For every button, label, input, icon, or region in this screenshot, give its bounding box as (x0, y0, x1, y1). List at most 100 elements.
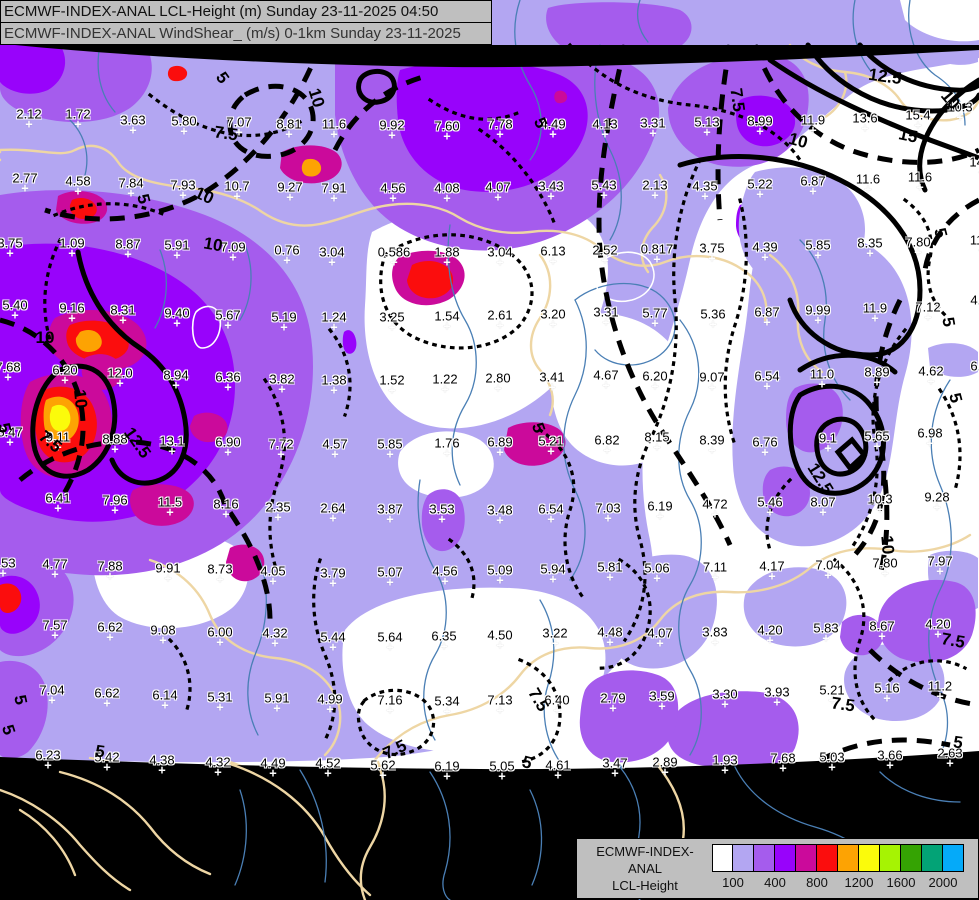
station-value: 8.35 (857, 235, 883, 251)
station-value: 7.93 (170, 177, 196, 193)
station-value: 5.05 (489, 758, 515, 774)
station-value: 4.62 (918, 363, 944, 379)
station-value: 3.87 (377, 501, 403, 517)
station-value: 7.84 (118, 175, 144, 191)
station-value: 9.27 (277, 179, 303, 195)
legend-panel: ECMWF-INDEX-ANAL LCL-Height m 1004008001… (576, 838, 979, 900)
station-value: 7.11 (702, 559, 728, 575)
station-value: 7.96 (102, 492, 128, 508)
station-value: 8.94 (163, 367, 189, 383)
station-value: 4.38 (149, 752, 175, 768)
label-layer: +2.12 +1.72 +3.63 +5.80 +7.07 +8.81 +11.6 +9.92… (0, 0, 979, 900)
contour-label: 10 (35, 328, 55, 347)
station-value: 11.9 (800, 112, 826, 128)
station-value: 5.81 (597, 559, 623, 575)
station-value: 2.79 (600, 690, 626, 706)
station-value: 11.6 (321, 116, 347, 132)
station-value: 3.22 (542, 625, 568, 641)
legend-swatch (796, 844, 817, 872)
station-value: 5.85 (805, 237, 831, 253)
legend-tick: 1600 (886, 875, 916, 890)
station-value: 5.77 (642, 305, 668, 321)
station-value: 10.3 (867, 491, 893, 507)
station-value: 6.82 (594, 432, 620, 448)
station-value: 5.07 (377, 564, 403, 580)
weather-map-screenshot: +2.12 +1.72 +3.63 +5.80 +7.07 +8.81 +11.6 +9.92… (0, 0, 979, 900)
station-value: 5.34 (434, 693, 460, 709)
station-value: 3.75 (699, 240, 725, 256)
station-value: 11.5 (157, 494, 183, 510)
contour-label: 10 (786, 128, 810, 153)
station-value: 5.91 (164, 237, 190, 253)
contour-label: 7.5 (830, 693, 857, 716)
station-value: 5.46 (757, 494, 783, 510)
station-value: 7.78 (487, 116, 513, 132)
station-value: 11.0 (809, 366, 835, 382)
station-value: 2.35 (265, 499, 291, 515)
legend-swatch (901, 844, 922, 872)
station-value: 1.52 (379, 372, 405, 388)
station-value: 8.67 (869, 618, 895, 634)
station-value: 12.0 (107, 365, 133, 381)
station-value: 3.47 (602, 755, 628, 771)
station-value: 6.87 (754, 304, 780, 320)
station-value: 4.52 (315, 755, 341, 771)
station-value: 4.57 (322, 436, 348, 452)
contour-label: 15 (896, 124, 920, 147)
station-value: 9.91 (155, 560, 181, 576)
contour-label: 10 (877, 534, 898, 556)
station-value: 5.36 (700, 306, 726, 322)
station-value: 9.92 (379, 117, 405, 133)
station-value: 6.20 (642, 368, 668, 384)
station-value: 11.2 (927, 678, 953, 694)
station-value: 5.21 (538, 433, 564, 449)
station-value: 2.80 (485, 370, 511, 386)
legend-unit: m (581, 894, 709, 900)
station-value: 1.88 (434, 244, 460, 260)
station-value: 4.99 (317, 691, 343, 707)
station-value: 6.62 (97, 619, 123, 635)
station-value: 5.85 (377, 436, 403, 452)
station-value: 5.31 (207, 689, 233, 705)
station-value: 9.16 (59, 300, 85, 316)
station-value: 4.51 (970, 292, 979, 308)
station-value: 4.32 (205, 754, 231, 770)
station-value: 6.90 (215, 434, 241, 450)
station-value: 8.31 (110, 302, 136, 318)
station-value: 3.59 (649, 688, 675, 704)
station-value: 2.12 (16, 106, 42, 122)
station-value: 7.16 (377, 692, 403, 708)
station-value: 2.53 (0, 555, 16, 571)
station-value: 9.28 (924, 489, 950, 505)
contour-label: 10 (70, 388, 91, 410)
station-value: 5.22 (747, 176, 773, 192)
station-value: 6.00 (207, 624, 233, 640)
station-value: 3.83 (702, 624, 728, 640)
station-value: 4.07 (647, 625, 673, 641)
legend-swatch (754, 844, 775, 872)
station-value: 6.98 (917, 425, 943, 441)
station-value: 3.66 (877, 747, 903, 763)
station-value: 3.53 (429, 501, 455, 517)
station-value: 4.72 (702, 496, 728, 512)
legend-swatch (712, 844, 733, 872)
station-value: 6.20 (52, 362, 78, 378)
station-value: 11.6 (855, 171, 881, 187)
station-value: 7.57 (42, 617, 68, 633)
legend-swatch (817, 844, 838, 872)
station-value: 6.53 (970, 358, 979, 374)
station-value: 9.40 (164, 305, 190, 321)
legend-tick: 2000 (928, 875, 958, 890)
station-value: 5.83 (813, 620, 839, 636)
station-value: 6.35 (431, 628, 457, 644)
title-bar-windshear: ECMWF-INDEX-ANAL WindShear_ (m/s) 0-1km … (0, 22, 492, 45)
station-value: 5.19 (271, 309, 297, 325)
station-value: 7.68 (770, 750, 796, 766)
station-value: 4.58 (65, 173, 91, 189)
station-value: 13.1 (159, 433, 185, 449)
legend-swatch (775, 844, 796, 872)
station-value: 15.4 (905, 107, 931, 123)
station-value: 3.79 (320, 565, 346, 581)
station-value: 6.19 (647, 498, 673, 514)
station-value: 0.76 (274, 242, 300, 258)
